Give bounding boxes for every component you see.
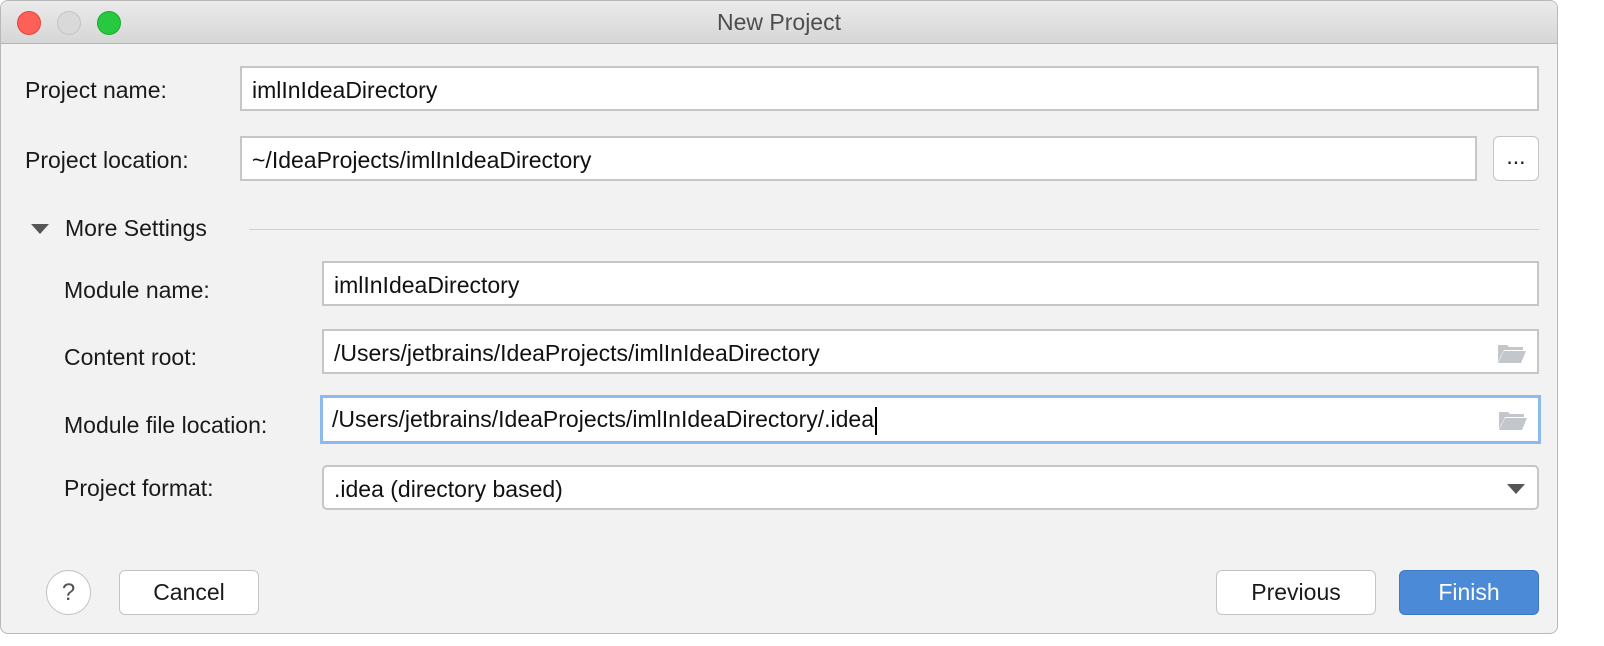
cancel-button[interactable]: Cancel xyxy=(119,570,259,615)
title-bar: New Project xyxy=(1,1,1557,44)
content-root-value: /Users/jetbrains/IdeaProjects/imlInIdeaD… xyxy=(334,340,820,366)
more-settings-label: More Settings xyxy=(65,215,207,241)
previous-button[interactable]: Previous xyxy=(1216,570,1376,615)
project-format-label: Project format: xyxy=(64,475,214,501)
project-format-dropdown[interactable]: .idea (directory based) xyxy=(322,465,1539,510)
triangle-down-icon xyxy=(31,224,49,234)
folder-icon[interactable] xyxy=(1498,409,1528,431)
browse-location-button[interactable]: ... xyxy=(1493,136,1539,181)
finish-button[interactable]: Finish xyxy=(1399,570,1539,615)
module-file-location-input[interactable]: /Users/jetbrains/IdeaProjects/imlInIdeaD… xyxy=(320,395,1541,444)
module-name-input[interactable]: imlInIdeaDirectory xyxy=(322,261,1539,306)
folder-icon[interactable] xyxy=(1497,342,1527,364)
project-location-input[interactable]: ~/IdeaProjects/imlInIdeaDirectory xyxy=(240,136,1477,181)
project-name-input[interactable]: imlInIdeaDirectory xyxy=(240,66,1539,111)
help-button[interactable]: ? xyxy=(46,570,91,615)
content-root-label: Content root: xyxy=(64,344,197,370)
project-format-value: .idea (directory based) xyxy=(334,476,563,502)
module-name-label: Module name: xyxy=(64,277,210,303)
new-project-dialog: New Project Project name: imlInIdeaDirec… xyxy=(0,0,1558,634)
module-file-location-value: /Users/jetbrains/IdeaProjects/imlInIdeaD… xyxy=(332,406,875,432)
module-file-location-label: Module file location: xyxy=(64,412,268,438)
project-name-label: Project name: xyxy=(25,77,167,103)
section-divider xyxy=(249,229,1539,230)
content-root-input[interactable]: /Users/jetbrains/IdeaProjects/imlInIdeaD… xyxy=(322,329,1539,374)
chevron-down-icon xyxy=(1507,484,1525,494)
window-title: New Project xyxy=(717,9,841,35)
text-cursor xyxy=(875,406,878,435)
project-location-label: Project location: xyxy=(25,147,189,173)
